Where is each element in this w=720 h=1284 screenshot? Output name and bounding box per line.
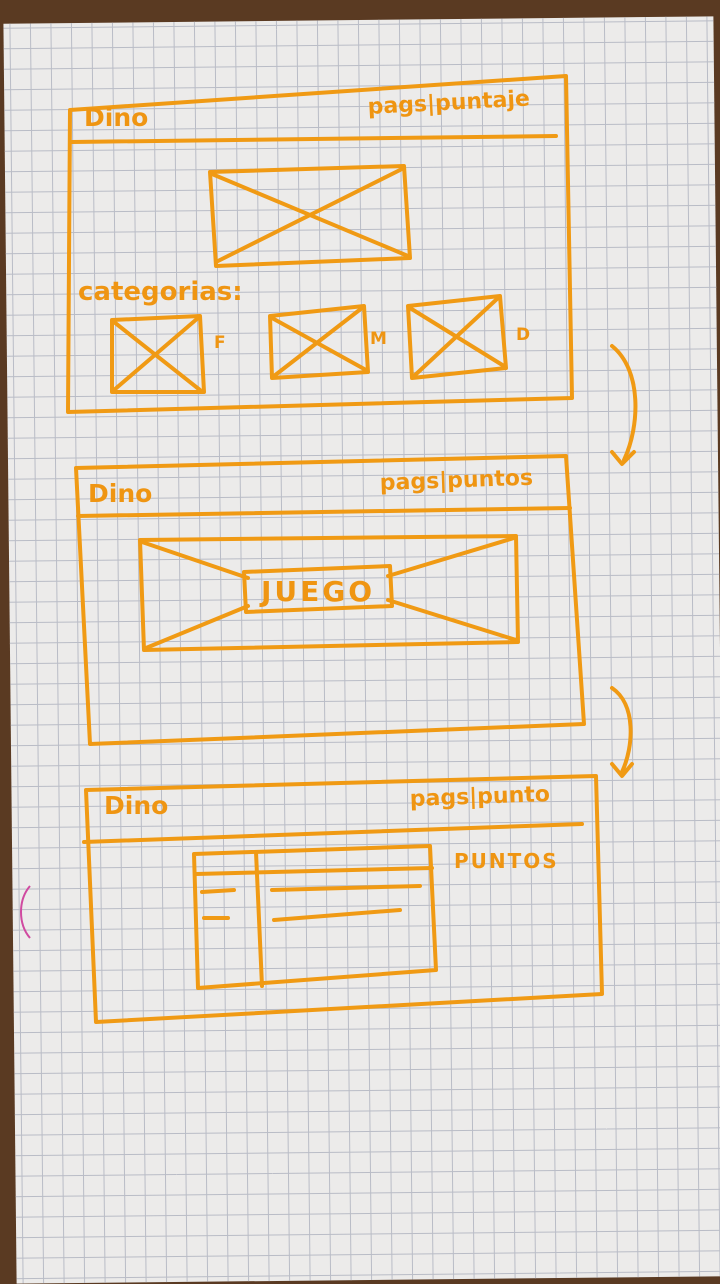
category-label-m: M [370, 329, 387, 349]
category-label-d: D [516, 325, 530, 345]
points-table [192, 844, 438, 990]
game-label: JUEGO [259, 575, 375, 608]
screen-1-title: Dino [84, 103, 148, 132]
wireframe-sketch: Dino pags|puntaje categorias: F M D Dino… [20, 74, 638, 1024]
screen-1-nav: pags|puntaje [367, 87, 530, 120]
points-label: PUNTOS [454, 849, 559, 873]
flow-arrow-2 [610, 686, 634, 778]
category-image-f [110, 314, 206, 394]
categories-label: categorias: [78, 277, 243, 307]
screen-1-image-placeholder [208, 164, 412, 268]
screen-2-nav: pags|puntos [379, 466, 533, 496]
screen-3-nav: pags|punto [409, 782, 550, 812]
flow-arrow-1 [610, 344, 638, 466]
screen-3-title: Dino [104, 791, 168, 820]
screen-2-title: Dino [88, 479, 152, 508]
category-label-f: F [214, 333, 226, 353]
category-image-d [406, 294, 508, 380]
category-image-m [268, 304, 370, 380]
margin-mark [20, 885, 31, 939]
